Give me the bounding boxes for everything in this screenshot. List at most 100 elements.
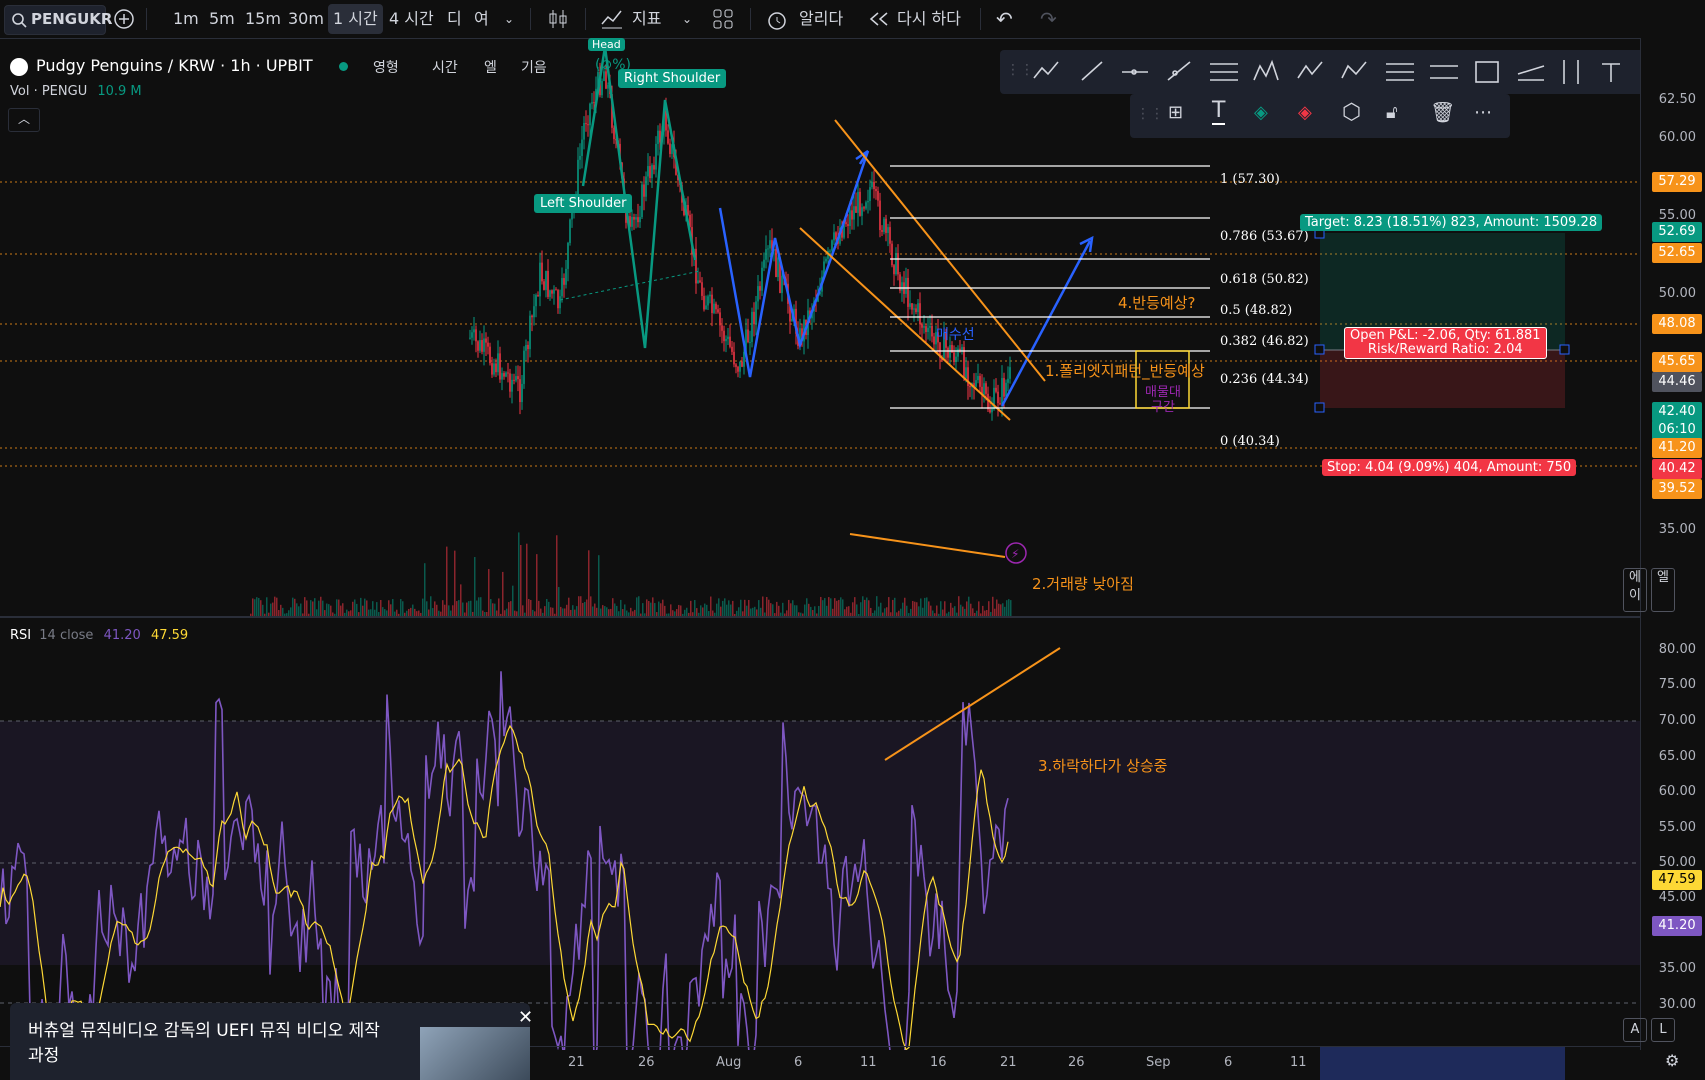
volume-bar <box>934 613 936 616</box>
drawing-tools[interactable] <box>1030 56 1680 88</box>
timeframe-5m[interactable]: 5m <box>209 0 235 38</box>
volume-bar <box>604 606 606 616</box>
candle-body <box>555 289 557 291</box>
undo-icon[interactable]: ↶ <box>996 0 1013 38</box>
candle-body <box>995 387 997 392</box>
alert-button[interactable]: 알리다 <box>799 0 843 38</box>
volume-bar <box>790 603 792 616</box>
annotation-wedge[interactable]: 1.폴리엣지패턴_반등예상 <box>1045 360 1205 381</box>
handle[interactable] <box>1559 344 1570 355</box>
rsi-tick: 70.00 <box>1658 713 1696 728</box>
volume-bar <box>954 606 956 616</box>
settings-hex-icon[interactable]: ⬡ <box>1342 100 1361 125</box>
price-axis[interactable]: 62.50 60.00 55.00 50.00 35.00 57.29 52.6… <box>1623 38 1705 1070</box>
line-color-icon[interactable]: ◈ <box>1298 102 1312 123</box>
timeframe-day[interactable]: 디 <box>447 0 462 38</box>
log-scale-button[interactable]: 엘 <box>1651 568 1675 612</box>
ad-text[interactable]: 버츄얼 뮤직비디오 감독의 UEFI 뮤직 비디오 제작 과정 <box>28 1019 388 1069</box>
log-button[interactable]: L <box>1651 1018 1675 1042</box>
volume-bar <box>760 607 762 616</box>
left-shoulder-label[interactable]: Left Shoulder <box>534 194 633 213</box>
chevron-down-icon[interactable]: ⌄ <box>682 0 692 38</box>
pattern-icon <box>1253 59 1279 81</box>
settings-gear-icon[interactable]: ⚙ <box>1665 1051 1679 1070</box>
volume-bar <box>940 601 942 616</box>
volume-bar <box>814 606 816 616</box>
candle-body <box>533 306 535 318</box>
chart-canvas[interactable]: ⚡ <box>0 38 1640 1050</box>
annotation-buy-line[interactable]: 매수선 <box>936 324 975 344</box>
trash-icon[interactable]: 🗑︎ <box>1430 100 1455 124</box>
candles-icon[interactable] <box>547 8 569 30</box>
volume-bar <box>986 610 988 616</box>
candle-body <box>927 327 929 332</box>
layout-grid-icon[interactable] <box>712 8 734 30</box>
auto-button[interactable]: A <box>1623 1018 1647 1042</box>
head-label[interactable]: Head <box>588 38 625 51</box>
volume-bar <box>506 608 508 616</box>
compare-add-icon[interactable] <box>112 7 136 31</box>
timeframe-15m[interactable]: 15m <box>245 0 281 38</box>
candle-body <box>537 295 539 297</box>
timeframe-1m[interactable]: 1m <box>173 0 199 38</box>
collapse-legend-button[interactable]: ︿ <box>8 108 40 132</box>
annotation-volume[interactable]: 2.거래량 낮아짐 <box>1032 573 1134 594</box>
volume-bar <box>270 603 272 616</box>
redo-icon[interactable]: ↷ <box>1040 0 1057 38</box>
volume-bar <box>608 609 610 616</box>
volume-bar <box>502 571 504 616</box>
candle-body <box>911 303 913 310</box>
volume-bar <box>552 607 554 616</box>
volume-bar <box>602 605 604 616</box>
fill-color-icon[interactable]: ◈ <box>1254 102 1268 123</box>
rewind-icon[interactable] <box>868 11 890 27</box>
risk-reward: Risk/Reward Ratio: 2.04 <box>1367 342 1523 357</box>
handle[interactable] <box>1314 402 1325 413</box>
timeframe-1h[interactable]: 1 시간 <box>328 4 383 34</box>
volume-bar <box>820 596 822 616</box>
volume-bar <box>310 600 312 616</box>
symbol-search[interactable]: PENGUKR <box>4 5 112 35</box>
replay-button[interactable]: 다시 하다 <box>897 0 961 38</box>
lock-icon[interactable]: 🔓︎ <box>1386 102 1398 123</box>
candle-body <box>551 290 553 294</box>
close-icon[interactable]: ✕ <box>518 1007 533 1028</box>
volume-bar <box>430 596 432 616</box>
chevron-down-icon[interactable]: ⌄ <box>504 0 514 38</box>
right-shoulder-label[interactable]: Right Shoulder <box>618 69 727 88</box>
more-icon[interactable]: ⋯ <box>1474 102 1492 123</box>
target-label[interactable]: Target: 8.23 (18.51%) 823, Amount: 1509.… <box>1300 214 1603 231</box>
volume-bar <box>386 610 388 616</box>
volume-bar <box>422 598 424 616</box>
ad-thumbnail[interactable] <box>420 1027 530 1080</box>
volume-bar <box>462 602 464 616</box>
time-tick: 11 <box>860 1055 877 1070</box>
session-low: 엘 <box>484 60 497 76</box>
volume-bar <box>714 612 716 616</box>
timeframe-4h[interactable]: 4 시간 <box>389 0 434 38</box>
text-tool-icon[interactable]: T <box>1212 98 1226 125</box>
pnl-label[interactable]: Open P&L: -2.06, Qty: 61.881 Risk/Reward… <box>1344 327 1547 359</box>
stop-label[interactable]: Stop: 4.04 (9.09%) 404, Amount: 750 <box>1322 459 1577 476</box>
candle-body <box>471 332 473 338</box>
indicators-icon[interactable] <box>600 8 624 30</box>
timeframe-30m[interactable]: 30m <box>288 0 324 38</box>
handle[interactable] <box>1314 344 1325 355</box>
volume-bar <box>628 612 630 616</box>
indicators-button[interactable]: 지표 <box>632 0 661 38</box>
ad-popup[interactable]: 버츄얼 뮤직비디오 감독의 UEFI 뮤직 비디오 제작 과정 ✕ <box>10 1003 533 1080</box>
auto-scale-button[interactable]: 에이 <box>1623 568 1647 612</box>
supply-zone-label[interactable]: 매물대구간 <box>1141 385 1185 415</box>
candle-body <box>757 286 759 302</box>
candle-body <box>479 340 481 351</box>
annotation-rsi[interactable]: 3.하락하다가 상승중 <box>1038 755 1167 776</box>
volume-bar <box>534 611 536 616</box>
drag-handle-icon[interactable]: ⋮⋮ <box>1136 106 1164 122</box>
template-icon[interactable]: ⊞ <box>1168 102 1183 123</box>
alarm-icon[interactable] <box>765 8 789 32</box>
rsi-tick: 30.00 <box>1658 997 1696 1012</box>
volume-bar <box>716 603 718 616</box>
annotation-rebound-expected[interactable]: 4.반등예상? <box>1118 292 1195 313</box>
candle-body <box>613 127 615 140</box>
timeframe-more[interactable]: 여 <box>474 0 489 38</box>
